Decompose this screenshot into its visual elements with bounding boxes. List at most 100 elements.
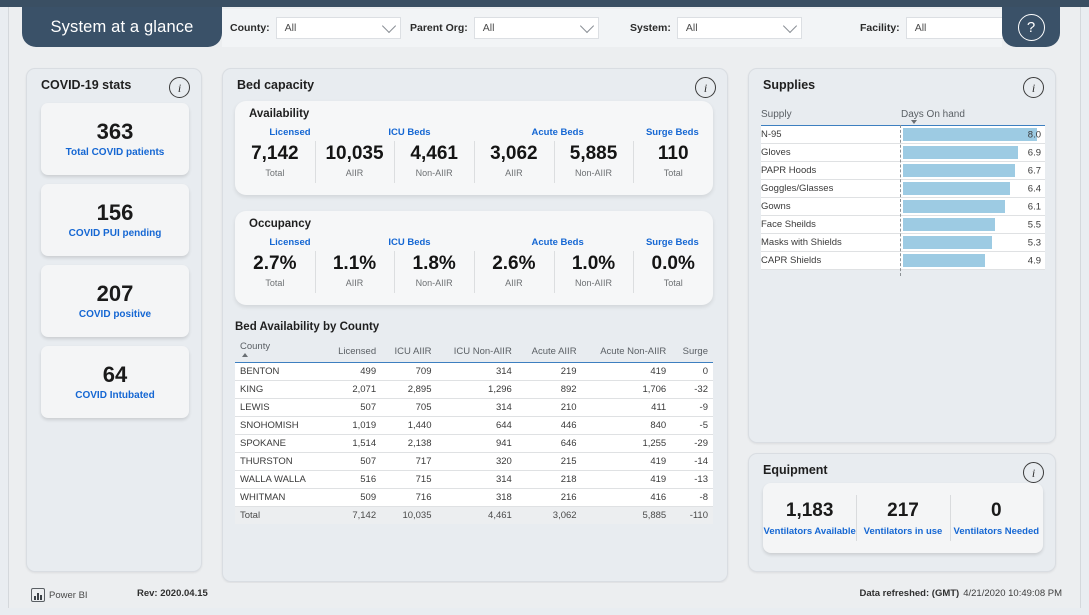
powerbi-label: Power BI — [49, 589, 88, 601]
table-cell: 715 — [381, 470, 437, 489]
supply-days-value: 8.0 — [1027, 129, 1041, 140]
bed-kpi-sublabel: Non-AIIR — [575, 167, 613, 178]
table-cell: 1,296 — [436, 380, 517, 399]
table-column-label: Acute Non-AIIR — [600, 346, 667, 357]
table-cell: 646 — [516, 434, 582, 453]
bed-kpi: .3,062AIIR — [474, 127, 554, 189]
supply-bar — [903, 254, 985, 267]
supplies-title: Supplies — [763, 78, 816, 92]
table-cell: 644 — [436, 416, 517, 435]
table-cell: 716 — [381, 488, 437, 507]
table-cell: 416 — [581, 488, 672, 507]
supply-days-value: 5.5 — [1027, 219, 1041, 230]
bed-kpi: .1.8%Non-AIIR — [394, 237, 474, 299]
table-cell: -32 — [671, 380, 713, 399]
footer-bar: Power BI Rev: 2020.04.15 Data refreshed:… — [9, 583, 1080, 608]
table-row[interactable]: KING 2,071 2,895 1,296 892 1,706 -32 — [235, 380, 713, 399]
table-row[interactable]: THURSTON 507 717 320 215 419 -14 — [235, 452, 713, 471]
bed-kpi: .4,461Non-AIIR — [394, 127, 474, 189]
table-cell: 892 — [516, 380, 582, 399]
bed-kpi-value: 110 — [657, 143, 689, 164]
table-column-header[interactable]: County — [235, 339, 325, 363]
filter-county: County: All — [230, 9, 401, 47]
bed-kpi-sublabel: Non-AIIR — [575, 277, 613, 288]
supplies-row[interactable]: Face Sheilds 5.5 — [761, 215, 1045, 234]
table-row[interactable]: BENTON 499 709 314 219 419 0 — [235, 362, 713, 381]
bed-capacity-panel: Bed capacity i Availability Licensed ICU … — [222, 68, 728, 582]
table-column-header[interactable]: Acute AIIR — [516, 339, 582, 363]
bed-kpi-sublabel: Total — [265, 167, 285, 178]
table-column-header[interactable]: Surge — [671, 339, 713, 363]
bed-kpi-value: 10,035 — [325, 143, 384, 164]
table-cell: 411 — [581, 398, 672, 417]
filter-label: Parent Org: — [410, 22, 468, 34]
table-cell: 216 — [516, 488, 582, 507]
table-column-header[interactable]: Licensed — [324, 339, 382, 363]
covid-stat-card[interactable]: 64 COVID Intubated — [41, 346, 189, 418]
filter-label: County: — [230, 22, 270, 34]
table-row[interactable]: WHITMAN 509 716 318 216 416 -8 — [235, 488, 713, 507]
covid-stat-card[interactable]: 363 Total COVID patients — [41, 103, 189, 175]
equipment-metric[interactable]: 217 Ventilators in use — [856, 483, 949, 553]
covid-stat-card[interactable]: 156 COVID PUI pending — [41, 184, 189, 256]
revision-label: Rev: 2020.04.15 — [137, 588, 208, 599]
table-column-header[interactable]: ICU AIIR — [381, 339, 437, 363]
table-cell: 419 — [581, 362, 672, 381]
table-column-header[interactable]: Acute Non-AIIR — [581, 339, 672, 363]
supplies-row[interactable]: PAPR Hoods 6.7 — [761, 161, 1045, 180]
supply-days-value: 6.4 — [1027, 183, 1041, 194]
table-cell: 215 — [516, 452, 582, 471]
bed-kpi-sublabel: Total — [663, 167, 683, 178]
table-cell: 314 — [436, 470, 517, 489]
equipment-card: 1,183 Ventilators Available 217 Ventilators… — [763, 483, 1043, 553]
equipment-label: Ventilators Available — [763, 525, 856, 537]
table-row[interactable]: SPOKANE 1,514 2,138 941 646 1,255 -29 — [235, 434, 713, 453]
info-icon[interactable]: i — [1023, 77, 1044, 98]
supplies-panel: Supplies i Supply Days On hand N-95 8.0 Gl… — [748, 68, 1056, 443]
supply-days-value: 5.3 — [1027, 237, 1041, 248]
supply-name: Masks with Shields — [761, 233, 903, 252]
covid-stat-card[interactable]: 207 COVID positive — [41, 265, 189, 337]
supplies-row[interactable]: Masks with Shields 5.3 — [761, 233, 1045, 252]
filter-value: All — [685, 22, 698, 34]
county-name-cell: THURSTON — [235, 452, 325, 471]
bed-kpi-value: 1.1% — [332, 253, 377, 274]
info-icon[interactable]: i — [1023, 462, 1044, 483]
filter-dropdown[interactable]: All — [676, 17, 802, 39]
table-cell: 320 — [436, 452, 517, 471]
table-row[interactable]: WALLA WALLA 516 715 314 218 419 -13 — [235, 470, 713, 489]
equipment-metric[interactable]: 0 Ventilators Needed — [949, 483, 1043, 553]
table-cell: -8 — [671, 488, 713, 507]
table-cell: 318 — [436, 488, 517, 507]
supply-bar-cell: 6.1 — [903, 197, 1045, 216]
supplies-row[interactable]: CAPR Shields 4.9 — [761, 251, 1045, 270]
equipment-metric[interactable]: 1,183 Ventilators Available — [763, 483, 856, 553]
page-title: System at a glance — [50, 17, 194, 36]
supply-name: Gloves — [761, 143, 903, 162]
covid-stat-label: COVID positive — [78, 309, 152, 321]
table-cell: 516 — [324, 470, 382, 489]
info-icon[interactable]: i — [169, 77, 190, 98]
supplies-column-supply[interactable]: Supply — [761, 109, 792, 120]
supply-bar — [903, 164, 1015, 177]
county-name-cell: KING — [235, 380, 325, 399]
table-column-header[interactable]: ICU Non-AIIR — [436, 339, 517, 363]
supply-name: PAPR Hoods — [761, 161, 903, 180]
bed-kpi-value: 4,461 — [410, 143, 458, 164]
filter-dropdown[interactable]: All — [275, 17, 401, 39]
supplies-row[interactable]: N-95 8.0 — [761, 125, 1045, 144]
table-cell: 419 — [581, 452, 672, 471]
table-total-cell: Total — [235, 506, 325, 524]
supply-bar-cell: 8.0 — [903, 125, 1045, 144]
supplies-row[interactable]: Goggles/Glasses 6.4 — [761, 179, 1045, 198]
table-cell: 705 — [381, 398, 437, 417]
table-row[interactable]: LEWIS 507 705 314 210 411 -9 — [235, 398, 713, 417]
filter-dropdown[interactable]: All — [473, 17, 599, 39]
help-button[interactable]: ? — [1002, 7, 1060, 47]
filter-value: All — [482, 22, 495, 34]
table-row[interactable]: SNOHOMISH 1,019 1,440 644 446 840 -5 — [235, 416, 713, 435]
info-icon[interactable]: i — [695, 77, 716, 98]
supplies-row[interactable]: Gloves 6.9 — [761, 143, 1045, 162]
supplies-column-days-on-hand[interactable]: Days On hand — [901, 109, 965, 124]
supplies-row[interactable]: Gowns 6.1 — [761, 197, 1045, 216]
